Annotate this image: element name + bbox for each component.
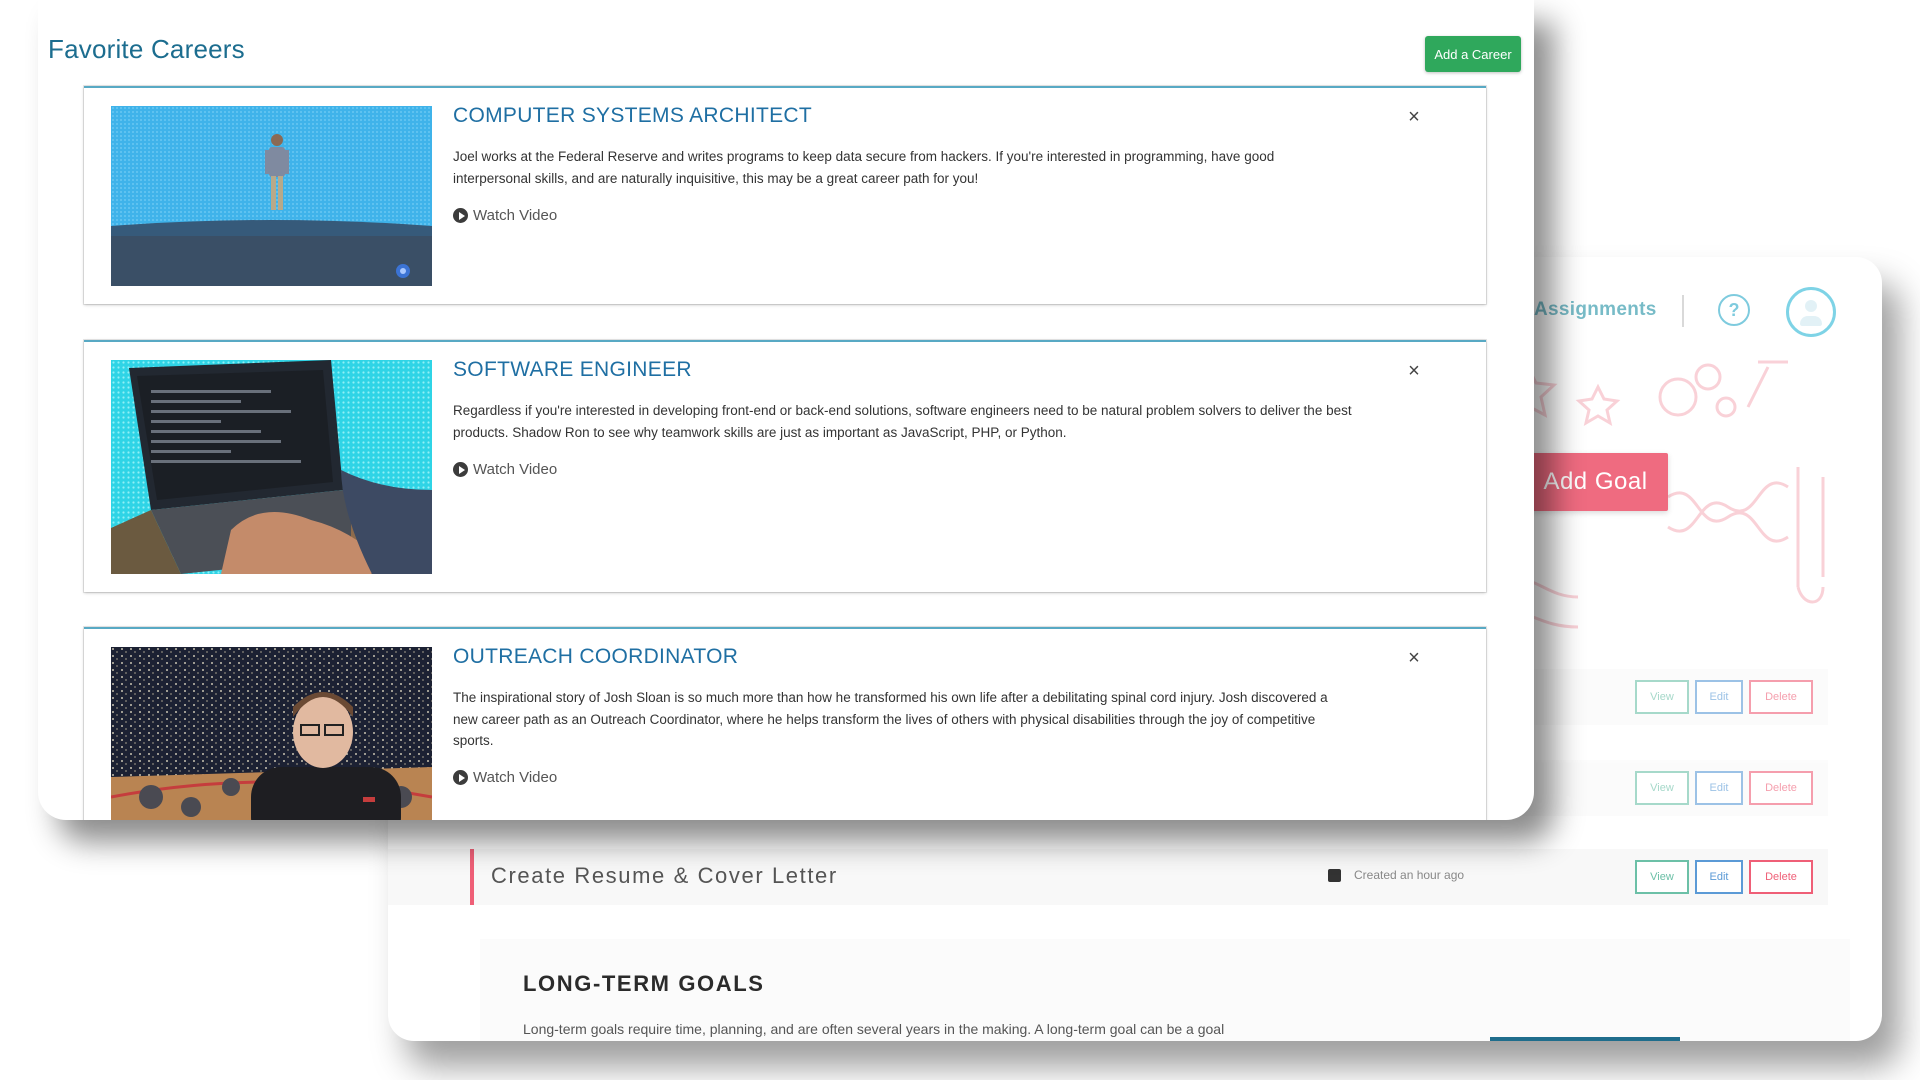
career-card: OUTREACH COORDINATOR The inspirational s… xyxy=(84,627,1486,820)
watch-video-label: Watch Video xyxy=(473,207,558,224)
add-career-button[interactable]: Add a Career xyxy=(1425,36,1521,72)
play-icon xyxy=(453,462,468,477)
goal-row: Create Resume & Cover Letter Created an … xyxy=(388,849,1828,905)
career-description: The inspirational story of Josh Sloan is… xyxy=(453,690,1328,748)
close-icon[interactable]: × xyxy=(1405,107,1423,127)
edit-button[interactable]: Edit xyxy=(1695,860,1743,894)
watch-video-link[interactable]: Watch Video xyxy=(453,461,557,478)
video-thumbnail[interactable] xyxy=(111,106,432,286)
help-icon[interactable]: ? xyxy=(1718,294,1750,326)
career-card: SOFTWARE ENGINEER Regardless if you're i… xyxy=(84,340,1486,592)
view-button[interactable]: View xyxy=(1635,680,1689,714)
close-icon[interactable]: × xyxy=(1405,361,1423,381)
long-term-goals-text: Long-term goals require time, planning, … xyxy=(523,1021,1225,1037)
goal-title: Create Resume & Cover Letter xyxy=(491,863,838,888)
calendar-icon xyxy=(1328,869,1341,882)
career-title[interactable]: COMPUTER SYSTEMS ARCHITECT xyxy=(453,104,812,128)
delete-button[interactable]: Delete xyxy=(1749,860,1813,894)
goal-created-time: Created an hour ago xyxy=(1354,868,1465,882)
page-title: Favorite Careers xyxy=(48,34,245,64)
video-thumbnail[interactable] xyxy=(111,647,432,820)
video-thumbnail[interactable] xyxy=(111,360,432,574)
career-description: Joel works at the Federal Reserve and wr… xyxy=(453,149,1275,186)
favorite-careers-window: Favorite Careers Add a Career COMPUTER S… xyxy=(38,0,1534,820)
career-title[interactable]: SOFTWARE ENGINEER xyxy=(453,358,692,382)
view-button[interactable]: View xyxy=(1635,860,1689,894)
edit-button[interactable]: Edit xyxy=(1695,680,1743,714)
watch-video-link[interactable]: Watch Video xyxy=(453,207,557,224)
nav-divider xyxy=(1682,295,1684,327)
goal-accent-bar xyxy=(470,849,474,905)
career-description: Regardless if you're interested in devel… xyxy=(453,403,1352,440)
career-card: COMPUTER SYSTEMS ARCHITECT Joel works at… xyxy=(84,86,1486,304)
play-icon xyxy=(453,208,468,223)
long-term-goals-title: LONG-TERM GOALS xyxy=(523,971,765,996)
edit-button[interactable]: Edit xyxy=(1695,771,1743,805)
delete-button[interactable]: Delete xyxy=(1749,771,1813,805)
watch-video-label: Watch Video xyxy=(473,461,558,478)
career-title[interactable]: OUTREACH COORDINATOR xyxy=(453,645,738,669)
watch-video-link[interactable]: Watch Video xyxy=(453,769,557,786)
nav-link-assignments[interactable]: Assignments xyxy=(1534,299,1657,321)
add-goal-button[interactable]: Add Goal xyxy=(1523,453,1668,511)
watch-video-label: Watch Video xyxy=(473,769,558,786)
play-icon xyxy=(453,770,468,785)
delete-button[interactable]: Delete xyxy=(1749,680,1813,714)
long-term-action-bar[interactable] xyxy=(1490,1037,1680,1041)
close-icon[interactable]: × xyxy=(1405,648,1423,668)
avatar-icon[interactable] xyxy=(1786,287,1836,337)
view-button[interactable]: View xyxy=(1635,771,1689,805)
